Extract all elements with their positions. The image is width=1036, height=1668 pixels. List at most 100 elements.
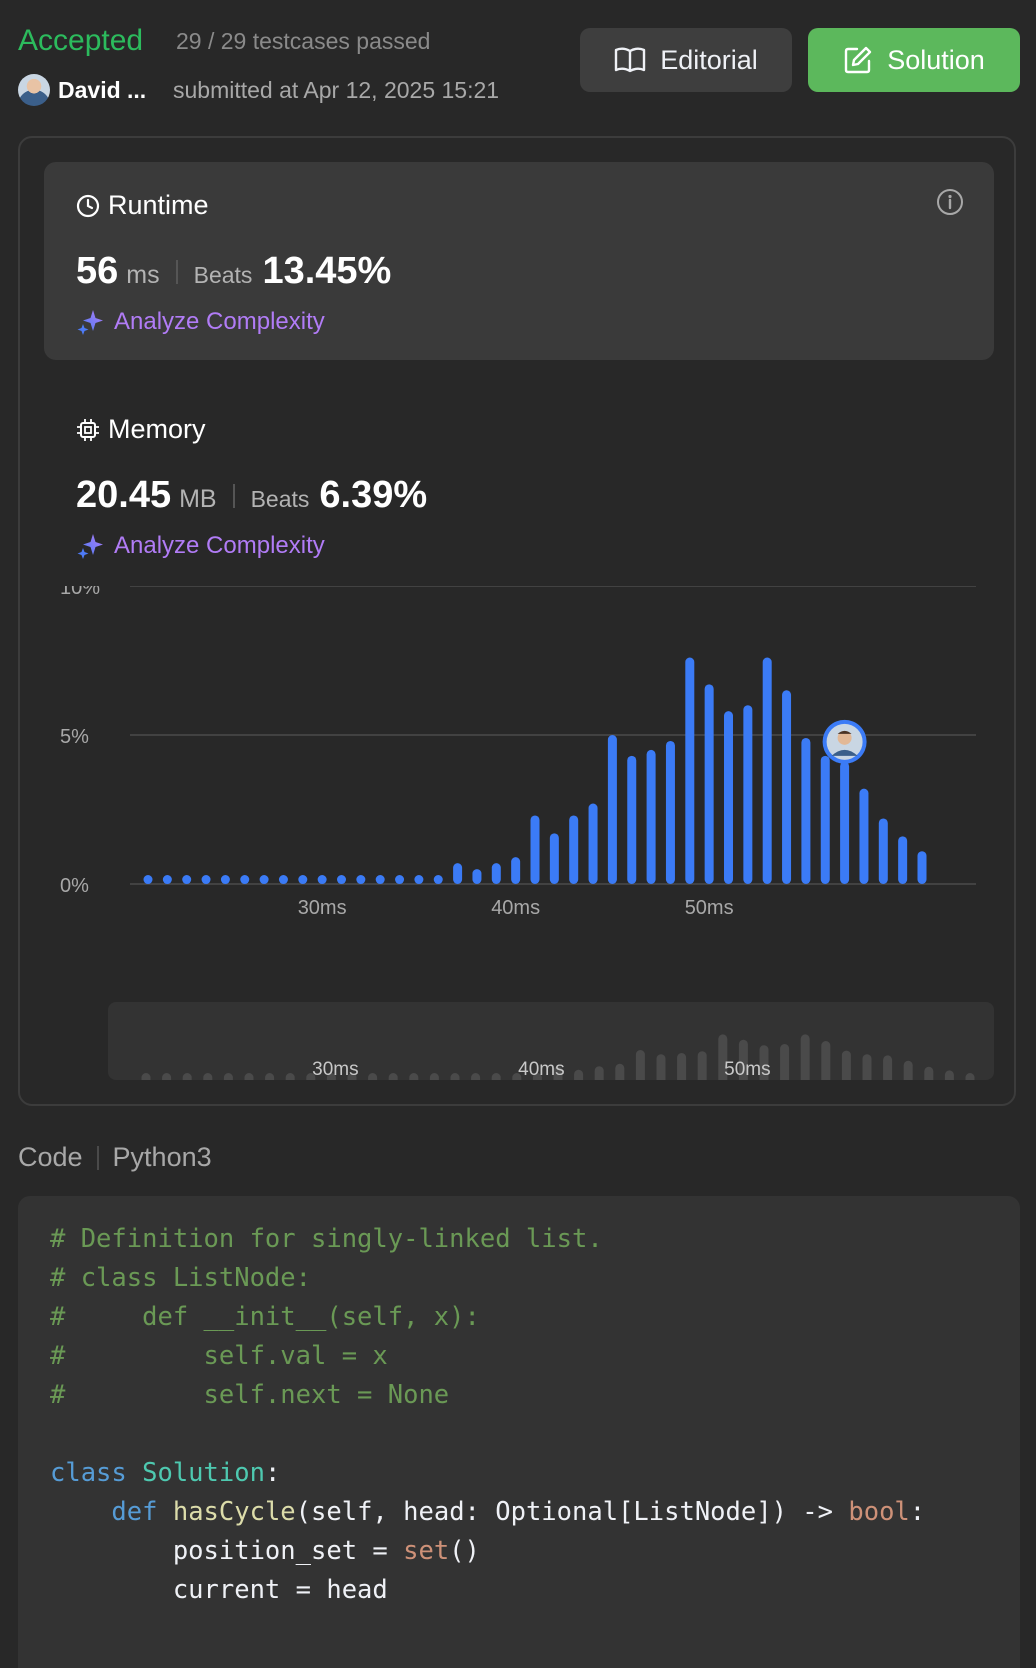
histogram-bar[interactable] <box>898 836 908 884</box>
user-avatar[interactable] <box>18 74 50 106</box>
histogram-bar[interactable] <box>182 875 192 884</box>
histogram-bar[interactable] <box>278 875 288 884</box>
navigator-bar <box>471 1073 481 1080</box>
memory-title: Memory <box>76 414 206 445</box>
navigator-bar <box>903 1060 913 1080</box>
navigator-bar <box>388 1073 398 1080</box>
code-label: Code <box>18 1142 83 1172</box>
navigator-bar <box>883 1055 893 1080</box>
histogram-bar[interactable] <box>878 818 888 884</box>
navigator-bar <box>450 1073 460 1080</box>
runtime-card[interactable]: Runtime 56 ms Beats 13.45% Analyze Compl… <box>44 162 994 360</box>
navigator-bar <box>677 1053 687 1080</box>
histogram-bar[interactable] <box>820 755 830 884</box>
info-icon[interactable] <box>936 188 964 221</box>
histogram-bar[interactable] <box>511 857 521 884</box>
memory-values: 20.45 MB Beats 6.39% <box>76 474 427 517</box>
navigator-tick-label: 40ms <box>518 1059 564 1080</box>
navigator-bar <box>697 1051 707 1080</box>
memory-unit: MB <box>179 485 217 513</box>
runtime-title: Runtime <box>76 190 209 221</box>
histogram-bar[interactable] <box>569 815 579 884</box>
memory-card[interactable]: Memory 20.45 MB Beats 6.39% Analyze Comp… <box>44 386 994 566</box>
histogram-bar[interactable] <box>433 875 443 884</box>
histogram-bar[interactable] <box>317 875 327 884</box>
histogram-bar[interactable] <box>472 869 482 884</box>
runtime-beats-label: Beats <box>193 262 253 288</box>
memory-value: 20.45 <box>76 474 172 516</box>
histogram-bar[interactable] <box>859 788 869 884</box>
code-language: Python3 <box>112 1142 212 1172</box>
histogram-bar[interactable] <box>801 737 811 884</box>
navigator-bar <box>944 1070 954 1080</box>
stats-panel: Runtime 56 ms Beats 13.45% Analyze Compl… <box>18 136 1016 1106</box>
navigator-bar <box>491 1073 501 1080</box>
histogram-bar[interactable] <box>607 735 617 884</box>
histogram-bar[interactable] <box>453 863 463 884</box>
sparkle-icon <box>77 534 103 559</box>
chart-range-navigator[interactable]: 30ms 40ms 50ms <box>108 1002 994 1080</box>
divider <box>175 259 178 284</box>
navigator-bar <box>429 1073 439 1080</box>
submission-header: Accepted 29 / 29 testcases passed David … <box>18 20 1020 110</box>
histogram-bar[interactable] <box>549 833 559 884</box>
edit-icon <box>845 46 872 74</box>
navigator-bar <box>841 1050 851 1080</box>
runtime-beats-value: 13.45% <box>262 250 392 292</box>
histogram-bar[interactable] <box>762 657 772 884</box>
histogram-bar[interactable] <box>375 875 385 884</box>
histogram-bar[interactable] <box>782 690 792 884</box>
submitted-time: submitted at Apr 12, 2025 15:21 <box>173 77 500 103</box>
y-tick-label: 5% <box>60 726 89 748</box>
editorial-button[interactable]: Editorial <box>580 28 792 92</box>
histogram-bar[interactable] <box>724 711 733 884</box>
histogram-bar[interactable] <box>588 803 598 884</box>
editorial-label: Editorial <box>660 44 758 75</box>
histogram-bar[interactable] <box>685 657 695 884</box>
navigator-bar <box>780 1044 790 1080</box>
histogram-bar[interactable] <box>337 875 346 884</box>
histogram-bar[interactable] <box>259 875 269 884</box>
memory-beats-label: Beats <box>250 486 310 512</box>
histogram-bar[interactable] <box>627 755 637 884</box>
code-header: Code Python3 <box>18 1142 212 1173</box>
divider <box>232 483 235 508</box>
histogram-bar[interactable] <box>530 815 540 884</box>
navigator-bar <box>223 1073 233 1080</box>
histogram-bar[interactable] <box>356 875 366 884</box>
histogram-bar[interactable] <box>665 740 675 884</box>
histogram-bar[interactable] <box>395 875 405 884</box>
distribution-chart[interactable]: 0% 5% 10% 30ms 40ms 50ms <box>60 577 1000 926</box>
your-submission-marker[interactable] <box>822 719 867 764</box>
histogram-bar[interactable] <box>201 875 211 884</box>
histogram-bar[interactable] <box>491 863 501 884</box>
histogram-bar[interactable] <box>646 749 656 884</box>
runtime-analyze-complexity[interactable]: Analyze Complexity <box>76 308 325 336</box>
clock-icon <box>76 194 100 217</box>
histogram-bar[interactable] <box>220 875 230 884</box>
histogram-bar[interactable] <box>704 684 714 884</box>
histogram-bar[interactable] <box>143 875 153 884</box>
navigator-bar <box>409 1073 419 1080</box>
runtime-values: 56 ms Beats 13.45% <box>76 250 391 293</box>
histogram-bar[interactable] <box>298 875 308 884</box>
y-tick-label: 0% <box>60 875 89 897</box>
divider <box>96 1145 99 1170</box>
histogram-bar[interactable] <box>917 851 927 884</box>
histogram-bar[interactable] <box>162 875 172 884</box>
status-accepted: Accepted <box>18 24 144 57</box>
navigator-bar <box>924 1066 934 1080</box>
histogram-bar[interactable] <box>240 875 250 884</box>
histogram-bar[interactable] <box>743 705 753 884</box>
memory-analyze-complexity[interactable]: Analyze Complexity <box>76 532 325 560</box>
code-content: # Definition for singly-linked list. # c… <box>50 1224 926 1605</box>
navigator-bar <box>265 1073 275 1080</box>
code-block[interactable]: # Definition for singly-linked list. # c… <box>18 1196 1020 1668</box>
histogram-bar[interactable] <box>414 875 424 884</box>
navigator-bar <box>574 1069 584 1080</box>
histogram-bar[interactable] <box>840 761 850 884</box>
navigator-bar <box>182 1073 192 1080</box>
user-name[interactable]: David ... <box>58 74 146 106</box>
navigator-bar <box>821 1041 831 1080</box>
solution-button[interactable]: Solution <box>808 28 1020 92</box>
